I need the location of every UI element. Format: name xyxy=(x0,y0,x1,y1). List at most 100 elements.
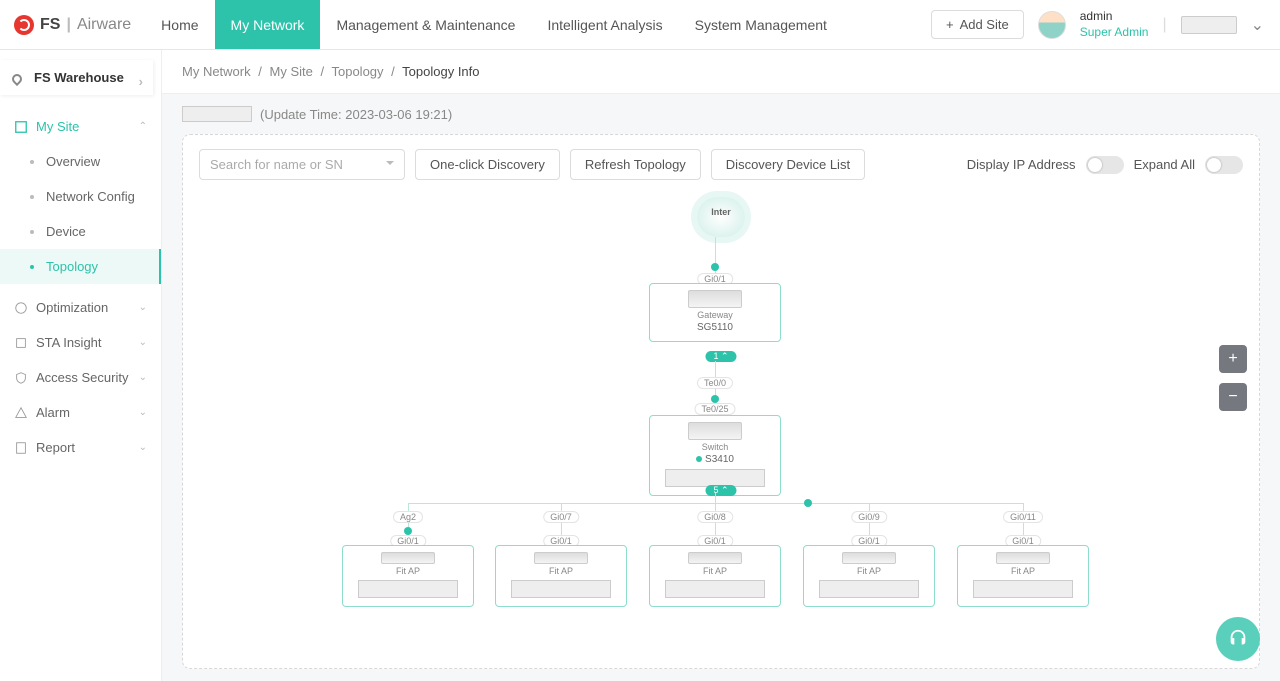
ap-node[interactable]: Fit AP xyxy=(649,545,781,607)
expand-all-label: Expand All xyxy=(1134,157,1195,172)
redacted-box xyxy=(182,106,252,122)
headset-icon xyxy=(1227,628,1249,650)
shield-icon xyxy=(14,371,28,385)
switch-node[interactable]: Switch S3410 xyxy=(649,415,781,496)
sidebar-my-site[interactable]: My Site ⌃ xyxy=(0,109,161,144)
device-icon xyxy=(688,290,742,308)
sidebar-report[interactable]: Report ⌄ xyxy=(0,430,161,465)
topology-canvas[interactable]: Search for name or SN One-click Discover… xyxy=(182,134,1260,669)
zoom-out-button[interactable]: − xyxy=(1219,383,1247,411)
site-icon xyxy=(14,120,28,134)
header-right: + Add Site admin Super Admin | ⌄ xyxy=(931,9,1280,40)
search-input[interactable]: Search for name or SN xyxy=(199,149,405,180)
nav-management[interactable]: Management & Maintenance xyxy=(320,0,531,49)
support-chat-button[interactable] xyxy=(1216,617,1260,661)
sidebar-access-security[interactable]: Access Security ⌄ xyxy=(0,360,161,395)
display-ip-toggle[interactable] xyxy=(1086,156,1124,174)
crumb-my-site[interactable]: My Site xyxy=(270,64,313,79)
sidebar-network-config[interactable]: Network Config xyxy=(0,179,161,214)
port-label: Gi0/11 xyxy=(1003,511,1043,523)
sidebar-alarm[interactable]: Alarm ⌄ xyxy=(0,395,161,430)
user-avatar-icon[interactable] xyxy=(1038,11,1066,39)
language-selector[interactable] xyxy=(1181,16,1237,34)
ap-node[interactable]: Fit AP xyxy=(957,545,1089,607)
nav-analysis[interactable]: Intelligent Analysis xyxy=(531,0,678,49)
gateway-node[interactable]: Gateway SG5110 xyxy=(649,283,781,342)
port-label: Gi0/7 xyxy=(543,511,579,523)
redacted-box xyxy=(819,580,919,598)
crumb-my-network[interactable]: My Network xyxy=(182,64,251,79)
display-ip-label: Display IP Address xyxy=(967,157,1076,172)
device-icon xyxy=(842,552,896,564)
fs-badge-icon xyxy=(14,15,34,35)
nav-system[interactable]: System Management xyxy=(679,0,843,49)
chevron-down-icon: ⌄ xyxy=(139,442,147,453)
ap-node[interactable]: Fit AP xyxy=(495,545,627,607)
port-label: Te0/0 xyxy=(697,377,733,389)
crumb-sep: / xyxy=(391,64,395,79)
device-icon xyxy=(381,552,435,564)
gateway-expand-badge[interactable]: 1 ⌃ xyxy=(705,351,736,362)
plus-icon: + xyxy=(946,17,954,32)
link-line xyxy=(715,493,716,503)
discovery-device-list-button[interactable]: Discovery Device List xyxy=(711,149,865,180)
internet-node[interactable]: Inter xyxy=(697,197,745,237)
link-status-dot-icon xyxy=(804,499,812,507)
crumb-sep: / xyxy=(320,64,324,79)
cloud-icon xyxy=(697,197,745,237)
switch-expand-badge[interactable]: 5 ⌃ xyxy=(705,485,736,496)
brand-airware: Airware xyxy=(77,16,131,34)
zoom-in-button[interactable]: + xyxy=(1219,345,1247,373)
add-site-button[interactable]: + Add Site xyxy=(931,10,1024,39)
sidebar-access-label: Access Security xyxy=(36,370,128,385)
site-name: FS Warehouse xyxy=(34,70,124,85)
top-nav: Home My Network Management & Maintenance… xyxy=(145,0,843,49)
update-row: (Update Time: 2023-03-06 19:21) xyxy=(162,94,1280,134)
ap-type: Fit AP xyxy=(549,566,573,576)
brand-separator: | xyxy=(66,16,70,34)
sidebar-overview[interactable]: Overview xyxy=(0,144,161,179)
breadcrumb: My Network / My Site / Topology / Topolo… xyxy=(162,50,1280,94)
redacted-box xyxy=(511,580,611,598)
switch-model: S3410 xyxy=(696,454,734,465)
link-status-dot-icon xyxy=(711,395,719,403)
gateway-model: SG5110 xyxy=(697,322,733,333)
one-click-discovery-button[interactable]: One-click Discovery xyxy=(415,149,560,180)
sidebar-my-site-label: My Site xyxy=(36,119,79,134)
device-icon xyxy=(534,552,588,564)
sidebar-sta-insight[interactable]: STA Insight ⌄ xyxy=(0,325,161,360)
location-pin-icon xyxy=(10,72,24,86)
alarm-icon xyxy=(14,406,28,420)
sidebar-topology[interactable]: Topology xyxy=(0,249,161,284)
redacted-box xyxy=(358,580,458,598)
ap-node[interactable]: Fit AP xyxy=(342,545,474,607)
chevron-down-icon: ⌄ xyxy=(139,372,147,383)
refresh-topology-button[interactable]: Refresh Topology xyxy=(570,149,701,180)
chevron-down-icon[interactable]: ⌄ xyxy=(1251,15,1264,35)
brand-logo[interactable]: FS | Airware xyxy=(0,15,145,35)
user-name: admin xyxy=(1080,9,1149,25)
site-selector[interactable]: FS Warehouse › xyxy=(0,60,153,95)
device-icon xyxy=(688,552,742,564)
sidebar: FS Warehouse › My Site ⌃ Overview Networ… xyxy=(0,50,162,681)
ap-node[interactable]: Fit AP xyxy=(803,545,935,607)
redacted-box xyxy=(973,580,1073,598)
expand-all-toggle[interactable] xyxy=(1205,156,1243,174)
sidebar-device[interactable]: Device xyxy=(0,214,161,249)
port-label: Gi0/9 xyxy=(851,511,887,523)
user-role: Super Admin xyxy=(1080,25,1149,41)
user-info: admin Super Admin xyxy=(1080,9,1149,40)
link-status-dot-icon xyxy=(404,527,412,535)
sidebar-optimization[interactable]: Optimization ⌄ xyxy=(0,290,161,325)
topology-graph: Inter Gi0/1 Gateway SG5110 1 ⌃ Te0/0 Te0… xyxy=(183,193,1259,668)
gateway-type: Gateway xyxy=(697,310,733,320)
nav-home[interactable]: Home xyxy=(145,0,214,49)
zoom-controls: + − xyxy=(1219,345,1247,411)
crumb-topology[interactable]: Topology xyxy=(331,64,383,79)
port-label: Ag2 xyxy=(393,511,423,523)
insight-icon xyxy=(14,336,28,350)
ap-type: Fit AP xyxy=(857,566,881,576)
internet-label: Inter xyxy=(711,207,731,217)
nav-my-network[interactable]: My Network xyxy=(215,0,321,49)
redacted-box xyxy=(665,580,765,598)
